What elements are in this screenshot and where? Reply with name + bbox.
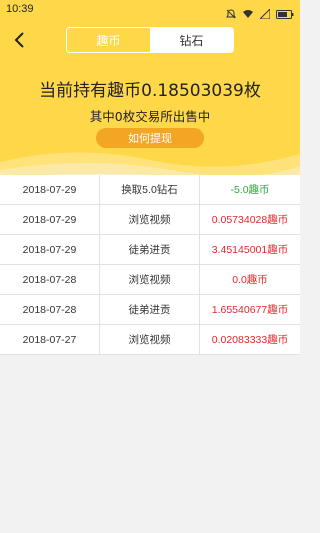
record-amount: 0.0趣币 [232, 274, 268, 286]
transaction-table: 2018-07-29 换取5.0钻石 -5.0趣币 2018-07-29 浏览视… [0, 175, 300, 355]
back-arrow-icon[interactable] [10, 30, 30, 50]
record-amount: -5.0趣币 [230, 184, 270, 196]
record-amount: 3.45145001趣币 [211, 244, 289, 256]
record-amount: 0.05734028趣币 [211, 214, 289, 226]
table-row: 2018-07-29 徒弟进贡 3.45145001趣币 [0, 235, 300, 265]
status-time: 10:39 [6, 3, 34, 15]
balance-header: 趣币 钻石 当前持有趣币0.18503039枚 其中0枚交易所出售中 如何提现 [0, 20, 300, 180]
record-type: 徒弟进贡 [100, 235, 200, 264]
currency-tabs: 趣币 钻石 [66, 27, 234, 53]
table-row: 2018-07-29 浏览视频 0.05734028趣币 [0, 205, 300, 235]
tab-coins[interactable]: 趣币 [67, 28, 150, 52]
record-date: 2018-07-29 [0, 235, 100, 264]
table-row: 2018-07-27 浏览视频 0.02083333趣币 [0, 325, 300, 355]
record-type: 浏览视频 [100, 205, 200, 234]
balance-title: 当前持有趣币0.18503039枚 [39, 81, 261, 101]
record-type: 徒弟进贡 [100, 295, 200, 324]
record-amount: 0.02083333趣币 [211, 334, 289, 346]
table-row: 2018-07-29 换取5.0钻石 -5.0趣币 [0, 175, 300, 205]
record-type: 换取5.0钻石 [100, 175, 200, 204]
tab-diamonds[interactable]: 钻石 [150, 28, 233, 52]
record-type: 浏览视频 [100, 265, 200, 294]
record-date: 2018-07-29 [0, 175, 100, 204]
record-date: 2018-07-29 [0, 205, 100, 234]
record-type: 浏览视频 [100, 325, 200, 354]
selling-subtitle: 其中0枚交易所出售中 [89, 109, 211, 124]
record-amount: 1.65540677趣币 [211, 304, 289, 316]
record-date: 2018-07-27 [0, 325, 100, 354]
table-row: 2018-07-28 浏览视频 0.0趣币 [0, 265, 300, 295]
status-bar: 10:39 [0, 0, 300, 20]
record-date: 2018-07-28 [0, 265, 100, 294]
table-row: 2018-07-28 徒弟进贡 1.65540677趣币 [0, 295, 300, 325]
record-date: 2018-07-28 [0, 295, 100, 324]
how-to-withdraw-button[interactable]: 如何提现 [96, 128, 204, 148]
